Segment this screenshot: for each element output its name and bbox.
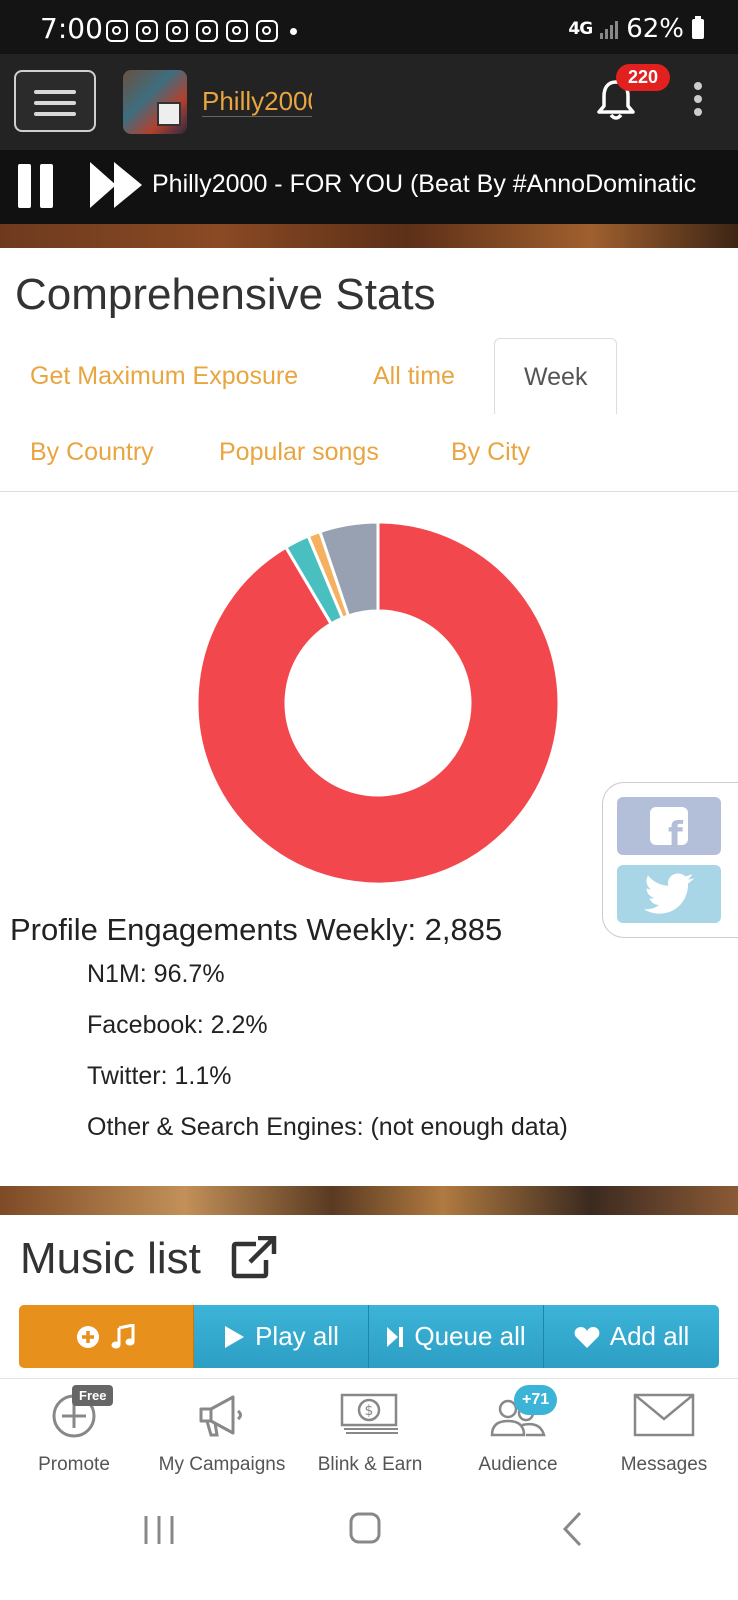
tab-all-time[interactable]: All time (373, 362, 455, 391)
list-item: N1M: 96.7% (87, 960, 225, 988)
envelope-icon (633, 1393, 695, 1437)
music-actions-bar: Play all Queue all Add all (19, 1305, 719, 1368)
pause-button[interactable] (18, 164, 54, 208)
more-notifications-dot-icon (290, 28, 297, 35)
nav-blink-earn-label: Blink & Earn (317, 1454, 423, 1475)
instagram-icon (256, 20, 278, 42)
instagram-icon (196, 20, 218, 42)
tabs-divider (0, 491, 738, 492)
engagement-donut-chart (195, 520, 561, 886)
system-navigation-bar (0, 1490, 738, 1600)
section-banner-image (0, 1186, 738, 1215)
list-item: Facebook: 2.2% (87, 1011, 268, 1039)
nav-messages[interactable]: Messages (590, 1379, 738, 1491)
queue-all-button[interactable]: Queue all (369, 1305, 544, 1368)
music-list-title: Music list (20, 1234, 201, 1283)
instagram-icon (166, 20, 188, 42)
nav-blink-earn[interactable]: $ Blink & Earn (296, 1379, 444, 1491)
nav-messages-label: Messages (620, 1454, 708, 1475)
bottom-navigation: Free Promote My Campaigns $ Blink & Earn… (0, 1378, 738, 1490)
audience-count-badge: +71 (514, 1385, 558, 1415)
tab-week[interactable]: Week (494, 338, 618, 414)
play-all-button[interactable]: Play all (194, 1305, 369, 1368)
twitter-icon (644, 873, 695, 914)
money-bill-icon: $ (340, 1393, 398, 1434)
nav-promote[interactable]: Free Promote (0, 1379, 148, 1491)
signal-icon (600, 19, 619, 39)
external-link-icon[interactable] (230, 1236, 278, 1280)
instagram-icon (226, 20, 248, 42)
play-icon (225, 1325, 245, 1348)
back-icon[interactable] (560, 1510, 584, 1548)
facebook-share-button[interactable]: f (617, 797, 721, 855)
add-all-button[interactable]: Add all (544, 1305, 719, 1368)
tab-by-country[interactable]: By Country (30, 438, 154, 467)
profile-banner-image (0, 224, 738, 248)
nav-promote-label: Promote (38, 1454, 110, 1475)
fast-forward-icon[interactable] (88, 158, 144, 212)
track-title[interactable]: Philly2000 - FOR YOU (Beat By #AnnoDomin… (152, 170, 722, 199)
free-badge: Free (72, 1385, 114, 1406)
engagement-summary-title: Profile Engagements Weekly: 2,885 (10, 912, 503, 947)
nav-my-campaigns[interactable]: My Campaigns (148, 1379, 296, 1491)
tab-by-city[interactable]: By City (451, 438, 530, 467)
plus-circle-icon (77, 1325, 99, 1348)
music-note-icon (111, 1323, 135, 1348)
avatar[interactable] (123, 70, 187, 134)
tab-popular-songs[interactable]: Popular songs (219, 438, 379, 467)
megaphone-icon (199, 1395, 242, 1437)
nav-audience[interactable]: +71 Audience (444, 1379, 592, 1491)
notification-count-badge: 220 (616, 64, 671, 91)
mini-player: Philly2000 - FOR YOU (Beat By #AnnoDomin… (0, 150, 738, 224)
instagram-icon (136, 20, 158, 42)
more-options-icon[interactable] (694, 82, 704, 122)
nav-audience-label: Audience (478, 1454, 558, 1475)
status-bar: 7:00 4G 62% (0, 0, 738, 54)
twitter-share-button[interactable] (617, 865, 721, 923)
list-item: Twitter: 1.1% (87, 1062, 232, 1090)
add-song-button[interactable] (19, 1305, 194, 1368)
skip-next-icon (387, 1326, 404, 1347)
list-item: Other & Search Engines: (not enough data… (87, 1113, 568, 1141)
engagement-breakdown-list: N1M: 96.7% Facebook: 2.2% Twitter: 1.1% … (87, 960, 568, 1164)
app-bar: Philly2000 220 (0, 54, 738, 150)
notification-icons (106, 20, 297, 42)
add-all-label: Add all (609, 1321, 690, 1351)
battery-level: 62% (626, 14, 684, 44)
clock: 7:00 (40, 12, 103, 45)
network-type: 4G (568, 19, 593, 39)
battery-icon (692, 16, 704, 39)
play-all-label: Play all (255, 1321, 339, 1351)
tab-get-maximum-exposure[interactable]: Get Maximum Exposure (30, 362, 298, 391)
profile-name-link[interactable]: Philly2000 (202, 86, 312, 117)
queue-all-label: Queue all (414, 1321, 526, 1351)
home-icon[interactable] (348, 1510, 382, 1546)
heart-icon (574, 1326, 600, 1348)
page-title: Comprehensive Stats (15, 270, 436, 319)
social-share-panel: f (602, 782, 738, 938)
instagram-icon (106, 20, 128, 42)
recent-apps-icon[interactable] (142, 1512, 176, 1548)
svg-text:$: $ (365, 1403, 374, 1419)
menu-button[interactable] (14, 70, 96, 132)
nav-my-campaigns-label: My Campaigns (158, 1454, 286, 1475)
